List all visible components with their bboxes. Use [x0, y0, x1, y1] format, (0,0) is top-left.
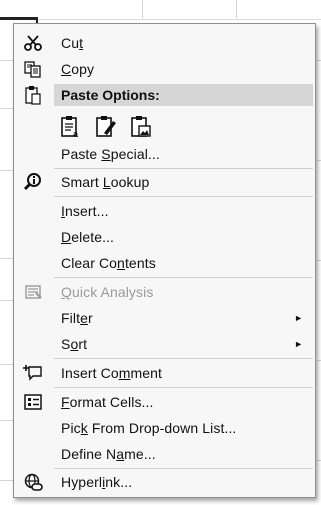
filter-label: Filter — [61, 310, 93, 326]
format-cells-item[interactable]: Format Cells... — [14, 389, 315, 415]
insert-comment-item[interactable]: Insert Comment — [14, 360, 315, 386]
copy-item[interactable]: Copy — [14, 56, 315, 82]
paste-special-item[interactable]: Paste Special... — [14, 141, 315, 167]
cut-label: Cut — [61, 35, 84, 51]
smart-lookup-label: Smart Lookup — [61, 174, 150, 190]
separator — [54, 387, 313, 388]
paste-picture-icon[interactable] — [128, 115, 154, 139]
pick-from-list-label: Pick From Drop-down List... — [61, 420, 237, 436]
copy-icon — [22, 59, 44, 79]
paste-formatting-icon[interactable] — [93, 115, 119, 139]
paste-special-label: Paste Special... — [61, 146, 160, 162]
separator — [54, 277, 313, 278]
insert-item[interactable]: Insert... — [14, 198, 315, 224]
quick-analysis-label: Quick Analysis — [61, 284, 154, 300]
define-name-item[interactable]: Define Name... — [14, 441, 315, 467]
separator — [54, 358, 313, 359]
hyperlink-icon — [22, 472, 44, 492]
hyperlink-label: Hyperlink... — [61, 474, 133, 490]
paste-options-header: Paste Options: — [54, 84, 313, 106]
delete-item[interactable]: Delete... — [14, 224, 315, 250]
insert-comment-icon — [22, 363, 44, 383]
define-name-label: Define Name... — [61, 446, 156, 462]
clipboard-icon — [22, 85, 44, 105]
clear-contents-item[interactable]: Clear Contents — [14, 250, 315, 276]
format-cells-icon — [22, 392, 44, 412]
submenu-arrow-icon: ► — [294, 313, 303, 323]
insert-comment-label: Insert Comment — [61, 365, 162, 381]
submenu-arrow-icon: ► — [294, 339, 303, 349]
copy-label: Copy — [61, 61, 95, 77]
paste-icon[interactable]: a — [58, 115, 84, 139]
format-cells-label: Format Cells... — [61, 394, 154, 410]
cut-item[interactable]: Cut — [14, 30, 315, 56]
paste-options-row: a — [58, 115, 154, 141]
smart-lookup-icon — [22, 172, 44, 192]
scissors-icon — [22, 33, 44, 53]
hyperlink-item[interactable]: Hyperlink... — [14, 469, 315, 495]
sort-label: Sort — [61, 336, 88, 352]
delete-label: Delete... — [61, 229, 115, 245]
active-cell-border — [0, 17, 38, 20]
quick-analysis-item: Quick Analysis — [14, 279, 315, 305]
insert-label: Insert... — [61, 203, 109, 219]
separator — [54, 196, 313, 197]
quick-analysis-icon — [22, 282, 44, 302]
clear-contents-label: Clear Contents — [61, 255, 156, 271]
pick-from-list-item[interactable]: Pick From Drop-down List... — [14, 415, 315, 441]
filter-item[interactable]: Filter ► — [14, 305, 315, 331]
smart-lookup-item[interactable]: Smart Lookup — [14, 169, 315, 195]
context-menu: Cut Copy Paste Options: a Paste Special.… — [13, 23, 316, 498]
svg-text:a: a — [73, 129, 79, 139]
sort-item[interactable]: Sort ► — [14, 331, 315, 357]
paste-options-label: Paste Options: — [61, 87, 160, 103]
